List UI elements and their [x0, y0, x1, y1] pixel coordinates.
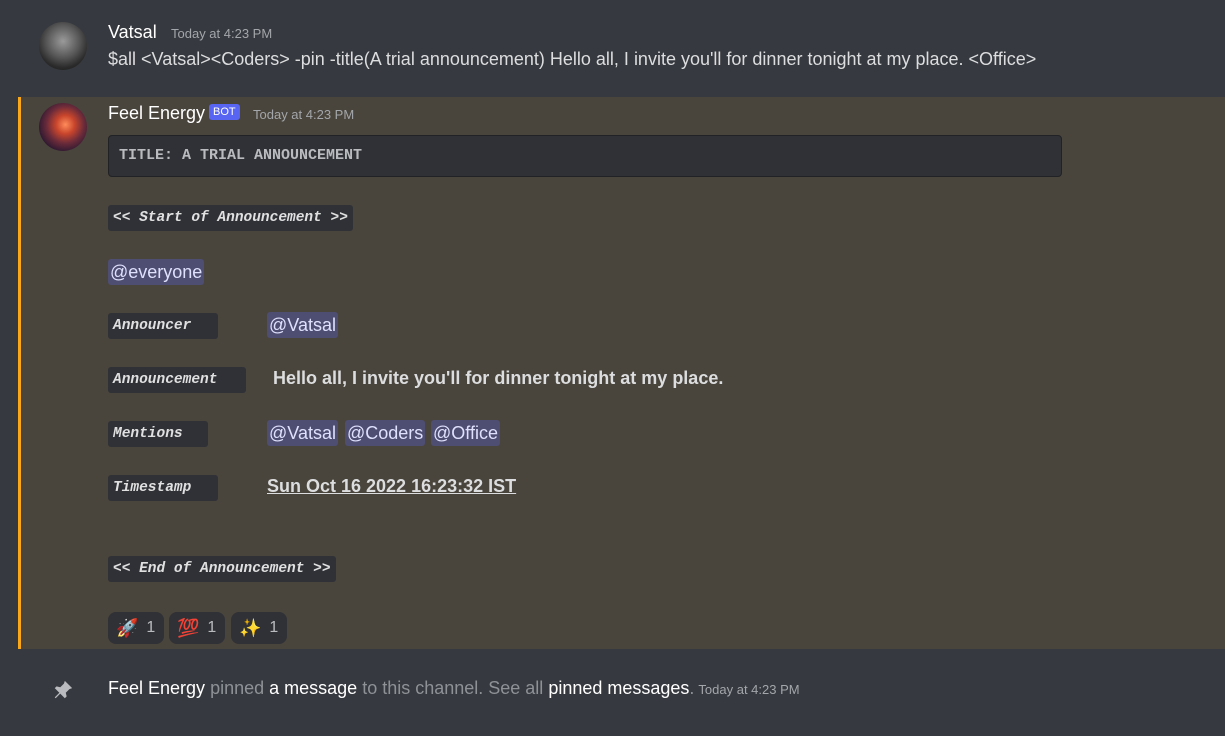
pin-notification-text: Feel Energy pinned a message to this cha… — [108, 678, 800, 699]
chat-page: Vatsal Today at 4:23 PM $all <Vatsal><Co… — [0, 0, 1225, 736]
message-vatsal[interactable]: Vatsal Today at 4:23 PM $all <Vatsal><Co… — [0, 0, 1225, 97]
message-text: $all <Vatsal><Coders> -pin -title(A tria… — [108, 49, 1037, 69]
reaction-count: 1 — [146, 619, 156, 636]
start-marker: << Start of Announcement >> — [108, 205, 353, 231]
mention-office[interactable]: @Office — [431, 420, 500, 446]
reaction-hundred[interactable]: 💯 1 — [169, 612, 225, 644]
end-marker: << End of Announcement >> — [108, 556, 336, 582]
announcer-mention[interactable]: @Vatsal — [267, 312, 338, 338]
bot-tag: BOT — [209, 104, 240, 120]
title-code-block: TITLE: A TRIAL ANNOUNCEMENT — [108, 135, 1062, 177]
pin-verb: pinned — [205, 678, 270, 698]
announcement-label: Announcement — [108, 367, 246, 393]
hundred-points-icon: 💯 — [177, 617, 200, 638]
pin-end-text: . — [689, 678, 695, 698]
announcement-text: Hello all, I invite you'll for dinner to… — [273, 368, 724, 388]
timestamp-label: Timestamp — [108, 475, 218, 501]
pinned-messages-link[interactable]: pinned messages — [548, 678, 689, 698]
rocket-icon: 🚀 — [116, 617, 139, 638]
avatar[interactable] — [39, 103, 87, 151]
announcement-timestamp[interactable]: Sun Oct 16 2022 16:23:32 IST — [267, 476, 516, 497]
pin-middle-text: to this channel. See all — [357, 678, 549, 698]
avatar[interactable] — [39, 22, 87, 70]
actor-name[interactable]: Feel Energy — [108, 678, 205, 698]
sparkles-icon: ✨ — [239, 617, 262, 638]
message-link[interactable]: a message — [269, 678, 357, 698]
message-timestamp[interactable]: Today at 4:23 PM — [171, 26, 272, 41]
announcer-label: Announcer — [108, 313, 218, 339]
mention-vatsal[interactable]: @Vatsal — [267, 420, 338, 446]
reaction-count: 1 — [207, 619, 217, 636]
pin-icon — [52, 679, 74, 701]
mentions-label: Mentions — [108, 421, 208, 447]
username[interactable]: Feel Energy — [108, 103, 205, 124]
message-timestamp[interactable]: Today at 4:23 PM — [253, 107, 354, 122]
system-timestamp[interactable]: Today at 4:23 PM — [698, 682, 799, 697]
username[interactable]: Vatsal — [108, 22, 157, 43]
reaction-count: 1 — [269, 619, 279, 636]
everyone-mention[interactable]: @everyone — [108, 259, 205, 285]
reaction-rocket[interactable]: 🚀 1 — [108, 612, 164, 644]
mention-coders[interactable]: @Coders — [345, 420, 426, 446]
reaction-sparkles[interactable]: ✨ 1 — [231, 612, 287, 644]
